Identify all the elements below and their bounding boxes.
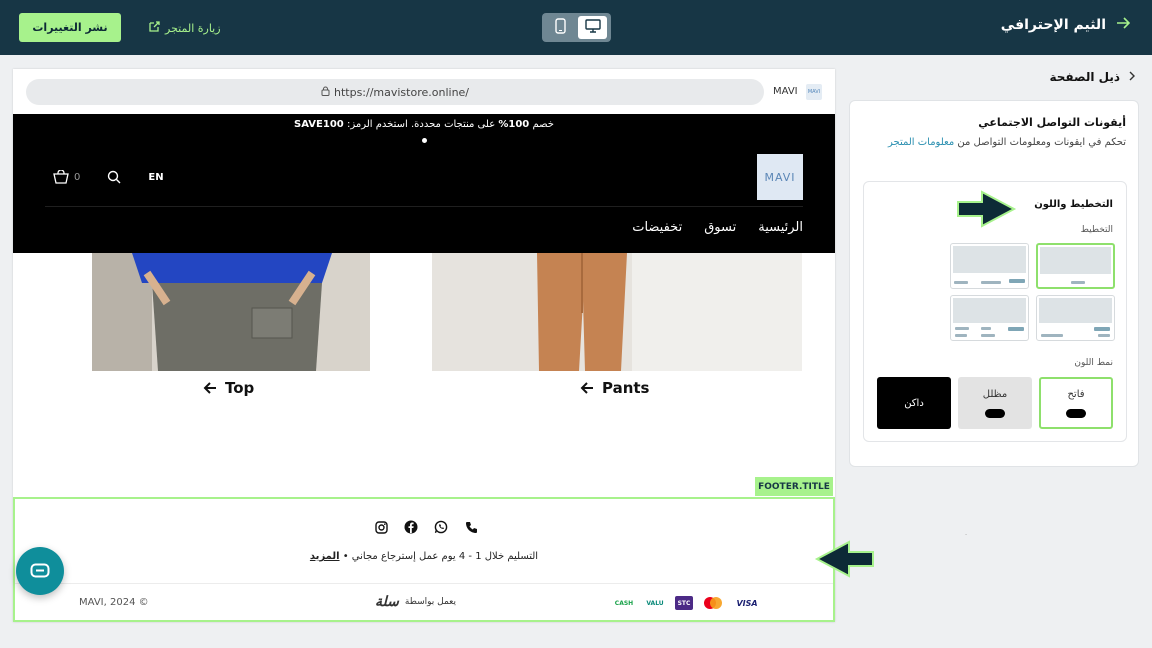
color-dark-label: داكن [904, 397, 924, 409]
theme-title-label: الثيم الإحترافي [1000, 17, 1106, 33]
delivery-info: التسليم خلال 1 - 4 يوم عمل إسترجاع مجاني… [15, 551, 833, 562]
product-label-top[interactable]: Top [203, 379, 254, 397]
page-marker: - [965, 531, 968, 538]
store-preview: https://mavistore.online/ MAVI MAVI خصم … [13, 69, 835, 622]
layout-option-4[interactable] [950, 295, 1029, 341]
editor-topbar: نشر التغييرات زيارة المتجر الثيم الإحترا… [0, 0, 1152, 55]
url-bar: https://mavistore.online/ [26, 79, 764, 105]
mastercard-icon [701, 596, 725, 610]
cash-payment-icon: CASH [614, 599, 634, 607]
store-page: خصم 100% على منتجات محددة. استخدم الرمز:… [13, 114, 835, 622]
powered-by-label: يعمل بواسطة [404, 597, 457, 607]
theme-title: الثيم الإحترافي [1000, 17, 1131, 33]
settings-panel: أيقونات التواصل الاجتماعي تحكم في ايقونا… [849, 100, 1139, 467]
store-footer[interactable]: التسليم خلال 1 - 4 يوم عمل إسترجاع مجاني… [13, 497, 835, 622]
instagram-icon[interactable] [373, 519, 389, 535]
browser-bar: https://mavistore.online/ MAVI MAVI [13, 69, 835, 114]
color-dim-option[interactable]: مظلل [958, 377, 1032, 429]
color-dim-label: مظلل [982, 388, 1008, 400]
url-text: https://mavistore.online/ [333, 85, 470, 99]
color-swatch [985, 408, 1005, 418]
card-title: التخطيط واللون [1034, 199, 1113, 210]
payment-methods: CASH VALU STC VISA [613, 596, 761, 610]
site-name: MAVI [773, 86, 798, 97]
footer-title-tag: FOOTER.TITLE [755, 477, 833, 496]
mobile-icon [555, 17, 566, 38]
nav-sale[interactable]: تخفيضات [632, 220, 682, 235]
layout-option-2[interactable] [950, 243, 1029, 289]
language-switch[interactable]: EN [148, 172, 163, 183]
chat-widget-button[interactable] [16, 547, 64, 595]
social-icons [373, 519, 479, 535]
more-link[interactable]: المزيد [310, 551, 340, 562]
breadcrumb[interactable]: ذيل الصفحة [1049, 70, 1136, 84]
desktop-icon [584, 18, 601, 37]
publish-changes-button[interactable]: نشر التغييرات [19, 13, 121, 42]
arrow-left-icon [203, 382, 217, 394]
facebook-icon[interactable] [403, 519, 419, 535]
phone-icon[interactable] [463, 519, 479, 535]
chevron-left-icon [1128, 70, 1136, 84]
product-image-pants[interactable] [432, 253, 802, 371]
powered-by[interactable]: سلة يعمل بواسطة [375, 594, 456, 610]
section-description: تحكم في ايقونات ومعلومات التواصل من معلو… [860, 133, 1126, 152]
product-name: Pants [602, 379, 650, 397]
promo-text-2: على منتجات محددة. استخدم الرمز: [343, 119, 499, 130]
delivery-text: التسليم خلال 1 - 4 يوم عمل إسترجاع مجاني… [339, 551, 539, 562]
header-actions: 0 EN [53, 169, 164, 185]
visit-store-link[interactable]: زيارة المتجر [148, 19, 221, 37]
promo-code: SAVE100 [294, 119, 344, 130]
color-label: نمط اللون [1074, 358, 1113, 368]
nav-home[interactable]: الرئيسية [758, 220, 803, 235]
color-dark-option[interactable]: داكن [877, 377, 951, 429]
section-description-text: تحكم في ايقونات ومعلومات التواصل من [957, 137, 1126, 148]
arrow-left-icon [580, 382, 594, 394]
nav-shop[interactable]: تسوق [704, 220, 736, 235]
promo-text-1: خصم [529, 119, 554, 130]
mobile-view-button[interactable] [546, 16, 575, 39]
cart-count: 0 [74, 171, 81, 183]
visit-store-label: زيارة المتجر [165, 21, 221, 35]
visa-icon: VISA [736, 598, 758, 608]
carousel-dot[interactable] [422, 138, 427, 143]
main-nav: الرئيسية تسوق تخفيضات [632, 220, 803, 235]
layout-option-1[interactable] [1036, 243, 1115, 289]
store-logo[interactable]: MAVI [757, 154, 803, 200]
product-label-pants[interactable]: Pants [580, 379, 650, 397]
chat-icon [30, 563, 50, 579]
cart-icon[interactable] [53, 170, 69, 184]
pointer-arrow-icon [813, 538, 875, 584]
color-light-label: فاتح [1067, 388, 1085, 400]
promo-banner: خصم 100% على منتجات محددة. استخدم الرمز:… [13, 119, 835, 130]
stc-payment-icon: STC [675, 596, 693, 610]
color-swatch [1066, 408, 1086, 418]
salla-logo: سلة [375, 594, 399, 610]
store-info-link[interactable]: معلومات المتجر [888, 137, 954, 148]
layout-color-card: التخطيط واللون التخطيط نمط اللون فاتح مظ… [863, 181, 1127, 442]
lock-icon [321, 86, 330, 99]
layout-option-3[interactable] [1036, 295, 1115, 341]
valu-payment-icon: VALU [646, 599, 664, 607]
footer-divider [15, 583, 833, 584]
whatsapp-icon[interactable] [433, 519, 449, 535]
promo-percent: 100% [498, 119, 530, 130]
breadcrumb-label: ذيل الصفحة [1049, 70, 1120, 84]
product-name: Top [225, 379, 255, 397]
layout-label: التخطيط [1080, 225, 1113, 235]
back-arrow-icon[interactable] [1116, 17, 1131, 33]
pointer-arrow-icon [956, 188, 1018, 234]
search-icon[interactable] [107, 170, 121, 184]
header-divider [45, 206, 803, 207]
favicon: MAVI [806, 84, 822, 100]
desktop-view-button[interactable] [578, 16, 607, 39]
product-image-top[interactable] [92, 253, 370, 371]
external-link-icon [148, 20, 160, 36]
section-title: أيقونات التواصل الاجتماعي [978, 116, 1126, 129]
color-light-option[interactable]: فاتح [1039, 377, 1113, 429]
device-switcher [542, 13, 611, 42]
store-header: خصم 100% على منتجات محددة. استخدم الرمز:… [13, 114, 835, 253]
copyright: MAVI, 2024 © [79, 597, 149, 608]
